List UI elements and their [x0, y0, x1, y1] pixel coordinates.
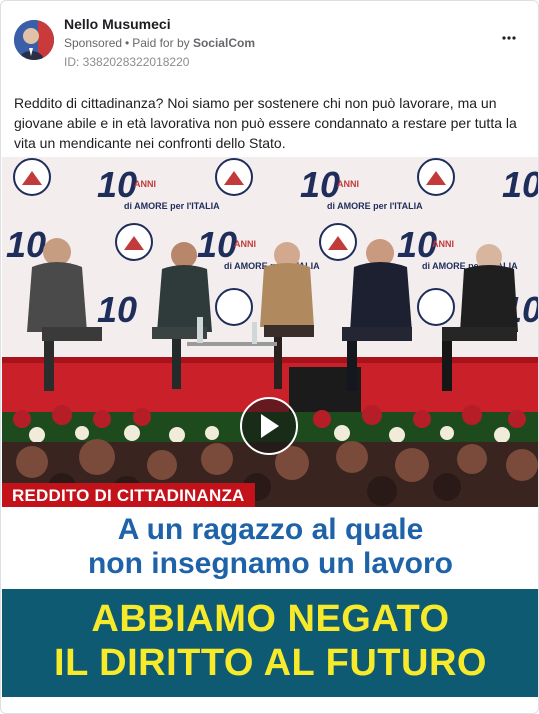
ad-card: Nello Musumeci Sponsored • Paid for by Soc… — [0, 0, 539, 714]
headline-line-2: non insegnamo un lavoro — [87, 547, 454, 580]
svg-text:10: 10 — [502, 164, 539, 205]
payer-name[interactable]: SocialCom — [193, 36, 255, 50]
video-frame[interactable]: 10 10 10 10 10 10 10 10 ANNI ANNI ANNI A… — [2, 157, 539, 507]
slogan-banner: ABBIAMO NEGATO IL DIRITTO AL FUTURO — [2, 589, 538, 697]
author-name[interactable]: Nello Musumeci — [64, 16, 171, 32]
svg-text:10: 10 — [6, 224, 46, 265]
avatar[interactable] — [14, 20, 54, 60]
play-icon[interactable] — [240, 397, 298, 455]
svg-text:10: 10 — [300, 164, 340, 205]
post-text: Reddito di cittadinanza? Noi siamo per s… — [14, 95, 517, 151]
svg-text:ANNI: ANNI — [337, 179, 359, 189]
svg-text:10: 10 — [97, 289, 137, 330]
ad-id: ID: 3382028322018220 — [64, 55, 190, 69]
video-caption: REDDITO DI CITTADINANZA — [2, 483, 255, 507]
svg-text:di AMORE per l'ITALIA: di AMORE per l'ITALIA — [327, 201, 423, 211]
slogan-line-2: IL DIRITTO AL FUTURO — [54, 642, 487, 684]
svg-text:ANNI: ANNI — [134, 179, 156, 189]
svg-text:di AMORE per l'ITALIA: di AMORE per l'ITALIA — [124, 201, 220, 211]
video-media[interactable]: 10 10 10 10 10 10 10 10 ANNI ANNI ANNI A… — [2, 157, 539, 697]
slogan-line-1: ABBIAMO NEGATO — [91, 598, 450, 640]
svg-text:10: 10 — [197, 224, 237, 265]
sponsored-label: Sponsored — [64, 36, 123, 50]
paid-for-label: Paid for by — [132, 36, 190, 50]
sponsor-line: Sponsored • Paid for by SocialCom — [64, 36, 255, 50]
separator-dot: • — [125, 36, 130, 50]
svg-text:10: 10 — [97, 164, 137, 205]
svg-text:ANNI: ANNI — [234, 239, 256, 249]
headline-banner: A un ragazzo al quale non insegnamo un l… — [2, 507, 538, 589]
more-options-icon[interactable] — [502, 31, 516, 41]
svg-text:ANNI: ANNI — [432, 239, 454, 249]
headline-line-1: A un ragazzo al quale — [117, 513, 424, 546]
